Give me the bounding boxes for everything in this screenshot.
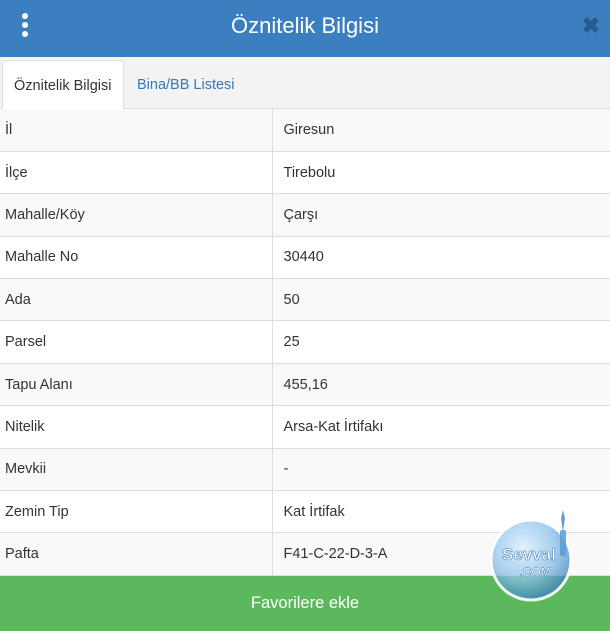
row-label: Mevkii: [0, 448, 273, 492]
row-value: Kat İrtifak: [272, 490, 610, 534]
table-row: İlçe Tirebolu: [0, 151, 610, 195]
table-row: Nitelik Arsa-Kat İrtifakı: [0, 405, 610, 449]
row-label: Mahalle No: [0, 236, 273, 280]
tab-building-list[interactable]: Bina/BB Listesi: [126, 60, 246, 110]
row-label: Parsel: [0, 320, 273, 364]
table-row: Mahalle/Köy Çarşı: [0, 193, 610, 237]
header-bar: Öznitelik Bilgisi ✖: [0, 0, 610, 57]
row-value: Tirebolu: [272, 151, 610, 195]
table-row: Ada 50: [0, 278, 610, 322]
row-label: Nitelik: [0, 405, 273, 449]
row-value: 30440: [272, 236, 610, 280]
row-value: 455,16: [272, 363, 610, 407]
table-row: Mahalle No 30440: [0, 236, 610, 280]
table-row: İl Giresun: [0, 109, 610, 152]
row-label: İl: [0, 109, 273, 152]
close-icon[interactable]: ✖: [580, 12, 602, 40]
row-value: -: [272, 448, 610, 492]
page-title: Öznitelik Bilgisi: [231, 13, 379, 38]
row-label: Ada: [0, 278, 273, 322]
tab-bar: Öznitelik Bilgisi Bina/BB Listesi: [0, 57, 610, 110]
row-value: Çarşı: [272, 193, 610, 237]
row-label: Zemin Tip: [0, 490, 273, 534]
row-label: Pafta: [0, 532, 273, 576]
row-value: 25: [272, 320, 610, 364]
table-row: Zemin Tip Kat İrtifak: [0, 490, 610, 534]
row-value: F41-C-22-D-3-A: [272, 532, 610, 576]
row-label: Mahalle/Köy: [0, 193, 273, 237]
table-row: Pafta F41-C-22-D-3-A: [0, 532, 610, 576]
row-value: Arsa-Kat İrtifakı: [272, 405, 610, 449]
add-to-favorites-button[interactable]: Favorilere ekle: [0, 576, 610, 631]
row-label: Tapu Alanı: [0, 363, 273, 407]
row-value: 50: [272, 278, 610, 322]
row-value: Giresun: [272, 109, 610, 152]
attribute-table: İl Giresun İlçe Tirebolu Mahalle/Köy Çar…: [0, 109, 610, 576]
table-row: Mevkii -: [0, 448, 610, 492]
row-label: İlçe: [0, 151, 273, 195]
tab-attribute-info[interactable]: Öznitelik Bilgisi: [2, 60, 124, 110]
table-row: Parsel 25: [0, 320, 610, 364]
table-row: Tapu Alanı 455,16: [0, 363, 610, 407]
